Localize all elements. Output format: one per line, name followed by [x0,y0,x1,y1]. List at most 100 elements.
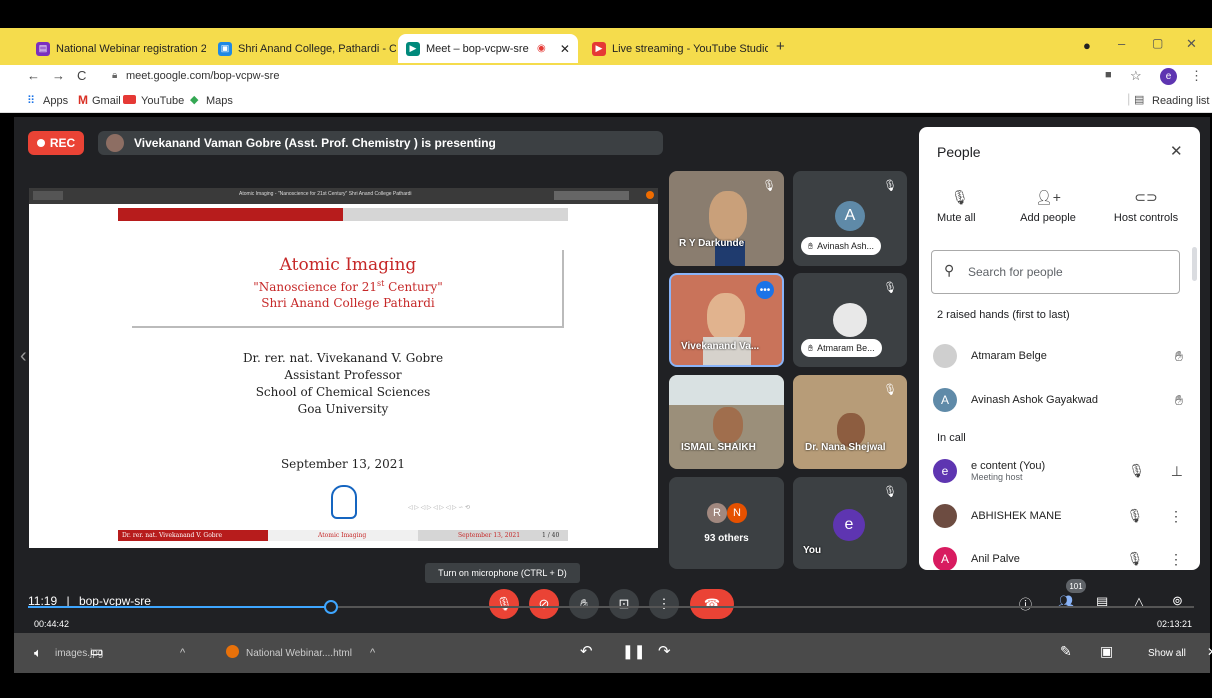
video-progress-track[interactable] [28,600,1194,614]
video-progress-fill [28,606,332,608]
new-tab-icon[interactable]: + [776,38,785,55]
microphone-button[interactable]: 🎙︎ [489,589,519,619]
miniplayer-icon[interactable]: ▣ [1100,643,1113,660]
info-icon[interactable]: ⓘ [1019,594,1032,613]
footer-author: Dr. rer. nat. Vivekanand V. Gobre [122,532,223,539]
others-tile[interactable]: R N 93 others [669,477,784,569]
bookmark-apps[interactable]: Apps [43,95,68,107]
tab-webinar-registration[interactable]: ▤ National Webinar registration 20 ✕ [28,34,206,63]
pause-icon[interactable]: ❚❚ [622,643,645,660]
presenter-avatar [106,134,124,152]
pin-icon[interactable]: ⊥ [1171,463,1183,480]
more-options-icon[interactable]: ⋮ [1169,508,1183,525]
list-item[interactable]: ABHISHEK MANE 🎙︎ ⋮ [933,500,1183,532]
participant-tile-active[interactable]: ••• Vivekanand Va... [669,273,784,367]
raised-hand-icon[interactable]: ✋︎ [1175,392,1183,409]
search-input[interactable]: ⚲ Search for people [931,250,1180,294]
list-item[interactable]: A Anil Palve 🎙︎ ⋮ [933,543,1183,570]
menu-dots-icon[interactable]: ⋮ [1190,68,1203,84]
list-item[interactable]: A Avinash Ashok Gayakwad ✋︎ [933,384,1183,416]
star-icon[interactable]: ☆ [1130,68,1142,84]
mic-off-icon[interactable]: 🎙︎ [1128,463,1145,479]
camera-button[interactable]: ⊘ [529,589,559,619]
participant-video [713,407,743,443]
close-icon[interactable]: ✕ [1207,645,1212,659]
participant-tile[interactable]: 🎙︎ ✋︎ Atmaram Be... [793,273,907,367]
chevron-up-icon[interactable]: ^ [370,647,375,659]
close-window-icon[interactable]: ✕ [1186,36,1197,52]
reading-list[interactable]: Reading list [1152,95,1209,107]
person-role: Meeting host [971,472,1023,482]
bookmark-maps[interactable]: Maps [206,95,233,107]
person-name: Atmaram Belge [971,350,1047,362]
download-bar: 🔈︎ images.jpg ▭ ^ National Webinar....ht… [14,633,1212,673]
scrollbar-thumb[interactable] [1192,247,1197,281]
mic-off-icon[interactable]: 🎙︎ [1126,508,1143,524]
more-options-icon[interactable]: ••• [756,281,774,299]
maximize-icon[interactable]: ▢ [1152,36,1163,50]
bookmark-gmail[interactable]: Gmail [92,95,121,107]
back-icon[interactable]: ← [27,68,40,83]
person-name: ABHISHEK MANE [971,510,1062,522]
tab-title: Live streaming - YouTube Studio [612,42,768,55]
footer-right: September 13, 2021 1 / 40 [418,530,568,541]
meet-icon: ▶ [406,41,420,56]
participant-tile[interactable]: 🎙︎ A ✋︎ Avinash Ash... [793,171,907,266]
forward-icon[interactable]: → [52,68,65,83]
mic-off-icon: 🎙︎ [883,282,897,294]
avatar: A [933,388,957,412]
add-people-button[interactable]: 👤︎+ Add people [1013,189,1083,224]
host-controls-button[interactable]: ⊂⊃ Host controls [1106,189,1186,224]
tab-college[interactable]: ▣ Shri Anand College, Pathardi - C ✕ [210,34,396,63]
minimize-icon[interactable]: – [1118,36,1125,51]
footer-mid: Atomic Imaging [268,530,418,541]
raise-hand-button[interactable]: ✋︎ [569,589,599,619]
slide-date: September 13, 2021 [280,457,406,471]
raised-hand-icon[interactable]: ✋︎ [1175,348,1183,365]
self-avatar: e [833,509,865,541]
download-item[interactable]: National Webinar....html [246,648,352,659]
tab-meet[interactable]: ▶ Meet – bop-vcpw-sre ◉ ✕ [398,34,578,63]
site-icon: ▣ [218,41,232,56]
pen-icon[interactable]: ✎ [1060,643,1072,660]
subtitle-part: Century" [384,280,443,294]
tab-youtube-studio[interactable]: ▶ Live streaming - YouTube Studio ✕ [584,34,768,63]
hang-up-icon: ☎︎ [703,596,721,611]
leave-call-button[interactable]: ☎︎ [690,589,734,619]
list-item[interactable]: Atmaram Belge ✋︎ [933,340,1183,372]
total-time: 02:13:21 [1157,619,1193,629]
captions-icon[interactable]: ▭ [90,643,103,660]
media-control-icon[interactable]: ● [1083,38,1091,53]
volume-muted-icon[interactable]: 🔈︎ [34,645,42,661]
participant-tile[interactable]: 🎙︎ R Y Darkunde [669,171,784,266]
camera-off-icon: ⊘ [538,596,550,611]
profile-avatar[interactable]: e [1160,68,1177,85]
mute-all-button[interactable]: 🎙︎ Mute all [937,189,987,224]
forward-30-icon[interactable]: ↷ [658,642,671,660]
chevron-up-icon[interactable]: ^ [180,647,185,659]
show-all-button[interactable]: Show all [1148,648,1186,659]
list-item[interactable]: e e content (You) Meeting host 🎙︎ ⊥ [933,455,1183,487]
chip-name: Avinash Ash... [817,241,875,251]
panel-title: People [937,144,981,160]
participant-name: R Y Darkunde [679,238,745,249]
participant-tile[interactable]: ISMAIL SHAIKH [669,375,784,469]
mic-off-icon[interactable]: 🎙︎ [1126,551,1143,567]
close-icon[interactable]: ✕ [1170,142,1183,160]
bookmark-youtube[interactable]: YouTube [141,95,184,107]
recording-dot-icon: ◉ [536,43,546,54]
chevron-left-icon[interactable]: ‹ [20,345,27,368]
close-tab-icon[interactable]: ✕ [554,42,570,56]
slide-subtitle: "Nanoscience for 21st Century" [132,279,564,294]
present-button[interactable]: ⊡ [609,589,639,619]
more-options-icon[interactable]: ⋮ [1169,551,1183,568]
rewind-10-icon[interactable]: ↶ [580,642,593,660]
participant-tile[interactable]: 🎙︎ Dr. Nana Shejwal [793,375,907,469]
tab-title: Meet – bop-vcpw-sre [426,42,529,55]
url-input[interactable]: 🔒︎ meet.google.com/bop-vcpw-sre [104,66,1112,88]
camera-icon[interactable]: ■ [1105,69,1112,81]
reload-icon[interactable]: C [77,68,86,83]
screen: ← ▤ National Webinar registration 20 ✕ ▣… [0,0,1212,698]
more-options-button[interactable]: ⋮ [649,589,679,619]
self-tile[interactable]: 🎙︎ e You [793,477,907,569]
